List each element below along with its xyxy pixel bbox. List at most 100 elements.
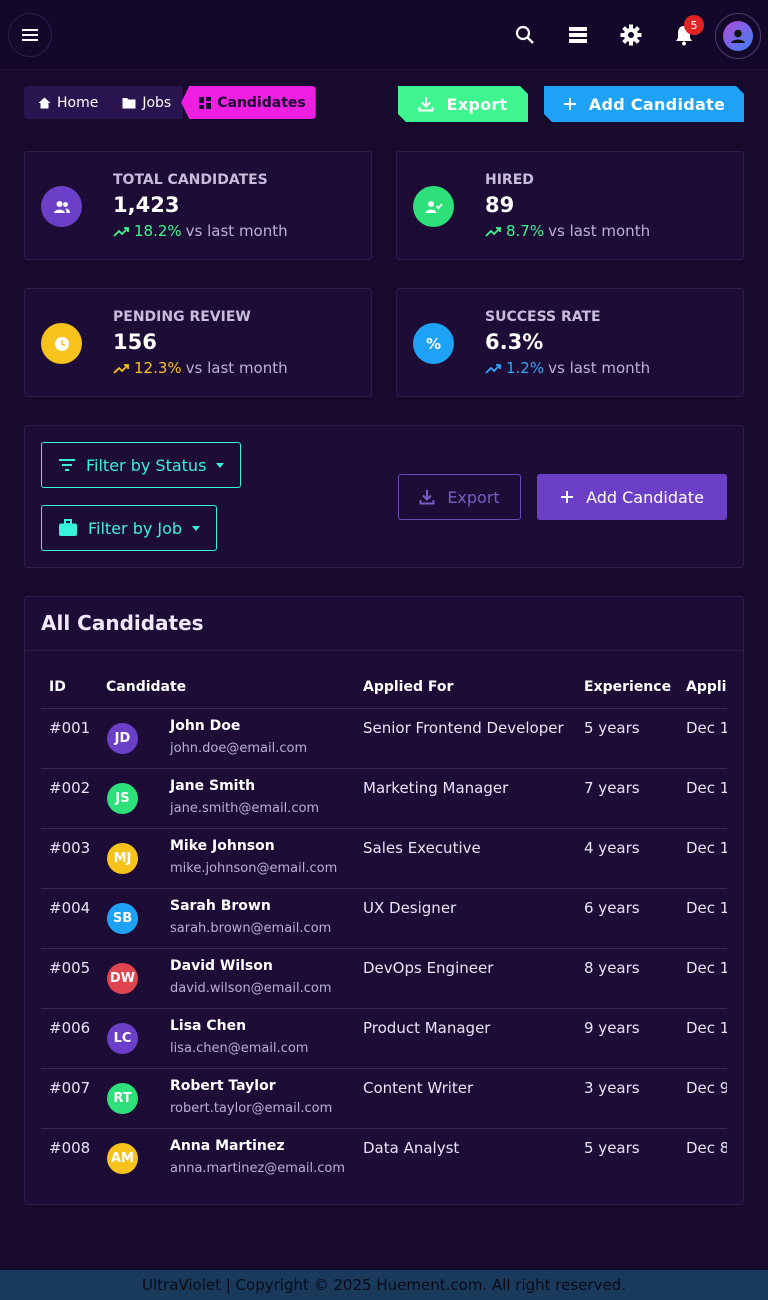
table-row[interactable]: #005 DW David Wilson david.wilson@email.com… [41, 948, 727, 1008]
candidate-name[interactable]: Jane Smith [170, 778, 255, 794]
experience: 5 years [584, 1139, 640, 1157]
applied-for: Product Manager [363, 1019, 491, 1037]
plus-icon [561, 491, 574, 503]
menu-button[interactable] [8, 13, 52, 57]
table-row[interactable]: #002 JS Jane Smith jane.smith@email.com Mark… [41, 768, 727, 828]
column-header-experience[interactable]: Experience [584, 665, 671, 709]
candidate-id: #005 [49, 959, 91, 977]
candidate-name[interactable]: John Doe [170, 718, 240, 734]
stat-card-success-rate: % SUCCESS RATE 6.3% 1.2% vs last month [396, 288, 744, 397]
table-row[interactable]: #006 LC Lisa Chen lisa.chen@email.com Produc… [41, 1008, 727, 1068]
candidate-email: sarah.brown@email.com [170, 921, 332, 936]
candidate-id: #004 [49, 899, 91, 917]
experience: 5 years [584, 719, 640, 737]
breadcrumb-candidates-label: Candidates [217, 94, 306, 111]
applied-date: Dec 13 [686, 839, 727, 857]
candidate-name[interactable]: Lisa Chen [170, 1018, 246, 1034]
candidate-name[interactable]: David Wilson [170, 958, 273, 974]
candidate-email: lisa.chen@email.com [170, 1041, 309, 1056]
menu-icon [22, 29, 38, 41]
stat-trend: 12.3% vs last month [113, 359, 288, 377]
candidate-email: anna.martinez@email.com [170, 1161, 346, 1176]
stat-trend-suffix: vs last month [185, 222, 288, 240]
breadcrumb-home-label: Home [57, 94, 99, 111]
candidate-email: david.wilson@email.com [170, 981, 332, 996]
dashboard-icon [199, 96, 212, 109]
experience: 8 years [584, 959, 640, 977]
divider [25, 650, 743, 651]
applied-date: Dec 9 [686, 1079, 727, 1097]
gear-icon [620, 24, 642, 46]
stat-card-hired: HIRED 89 8.7% vs last month [396, 151, 744, 260]
applied-for: Data Analyst [363, 1139, 460, 1157]
experience: 6 years [584, 899, 640, 917]
layers-button[interactable] [560, 17, 596, 53]
layers-icon [569, 27, 587, 43]
breadcrumb-home[interactable]: Home [24, 86, 111, 119]
candidate-name[interactable]: Anna Martinez [170, 1138, 284, 1154]
settings-button[interactable] [613, 17, 649, 53]
applied-date: Dec 10 [686, 1019, 727, 1037]
applied-for: Sales Executive [363, 839, 481, 857]
search-button[interactable] [507, 17, 543, 53]
candidate-name[interactable]: Sarah Brown [170, 898, 271, 914]
percent-icon: % [413, 323, 454, 364]
add-candidate-button[interactable]: Add Candidate [537, 474, 727, 520]
candidate-name[interactable]: Robert Taylor [170, 1078, 276, 1094]
stat-value: 89 [485, 193, 515, 217]
column-header-candidate[interactable]: Candidate [106, 665, 186, 709]
chevron-down-icon [216, 462, 225, 468]
export-label: Export [447, 487, 500, 507]
stat-card-pending-review: PENDING REVIEW 156 12.3% vs last month [24, 288, 372, 397]
candidate-email: mike.johnson@email.com [170, 861, 338, 876]
breadcrumb-jobs[interactable]: Jobs [110, 86, 184, 119]
user-check-icon [413, 186, 454, 227]
applied-for: DevOps Engineer [363, 959, 494, 977]
trending-up-icon [485, 363, 501, 374]
candidate-id: #008 [49, 1139, 91, 1157]
avatar: SB [107, 903, 138, 934]
stat-trend: 8.7% vs last month [485, 222, 650, 240]
avatar: JD [107, 723, 138, 754]
column-header-id[interactable]: ID [49, 665, 66, 709]
candidate-email: robert.taylor@email.com [170, 1101, 333, 1116]
user-avatar-button[interactable] [715, 13, 761, 59]
stat-trend-suffix: vs last month [185, 359, 288, 377]
plus-icon [563, 97, 577, 111]
breadcrumb-candidates[interactable]: Candidates [181, 86, 316, 119]
table-row[interactable]: #003 MJ Mike Johnson mike.johnson@email.com… [41, 828, 727, 888]
candidates-table[interactable]: ID Candidate Applied For Experience Appl… [41, 665, 727, 1185]
stat-label: HIRED [485, 172, 534, 188]
applied-date: Dec 14 [686, 779, 727, 797]
candidate-name[interactable]: Mike Johnson [170, 838, 275, 854]
table-row[interactable]: #008 AM Anna Martinez anna.martinez@email.c… [41, 1128, 727, 1185]
experience: 4 years [584, 839, 640, 857]
header-export-label: Export [446, 94, 508, 114]
table-row[interactable]: #004 SB Sarah Brown sarah.brown@email.com UX… [41, 888, 727, 948]
stat-value: 1,423 [113, 193, 180, 217]
applied-for: Senior Frontend Developer [363, 719, 564, 737]
user-avatar-icon [723, 21, 753, 51]
header-add-candidate-button[interactable]: Add Candidate [544, 86, 744, 122]
stat-card-total-candidates: TOTAL CANDIDATES 1,423 18.2% vs last mon… [24, 151, 372, 260]
stat-trend-value: 8.7% [506, 222, 545, 240]
header-export-button[interactable]: Export [398, 86, 528, 122]
search-icon [515, 25, 534, 44]
table-row[interactable]: #007 RT Robert Taylor robert.taylor@email.c… [41, 1068, 727, 1128]
trending-up-icon [113, 363, 129, 374]
stat-trend-value: 18.2% [134, 222, 182, 240]
filter-by-status-button[interactable]: Filter by Status [41, 442, 242, 488]
table-row[interactable]: #001 JD John Doe john.doe@email.com Senior F… [41, 708, 727, 768]
stat-trend-value: 1.2% [506, 359, 545, 377]
avatar: JS [107, 783, 138, 814]
column-header-applied-for[interactable]: Applied For [363, 665, 453, 709]
candidate-email: jane.smith@email.com [170, 801, 320, 816]
applied-date: Dec 15 [686, 719, 727, 737]
experience: 7 years [584, 779, 640, 797]
column-header-applied[interactable]: Applied [686, 665, 727, 709]
candidate-id: #007 [49, 1079, 91, 1097]
footer: UltraViolet | Copyright © 2025 Huement.c… [0, 1270, 768, 1300]
export-button[interactable]: Export [398, 474, 521, 520]
folder-icon [122, 97, 136, 108]
filter-by-job-button[interactable]: Filter by Job [41, 505, 218, 551]
